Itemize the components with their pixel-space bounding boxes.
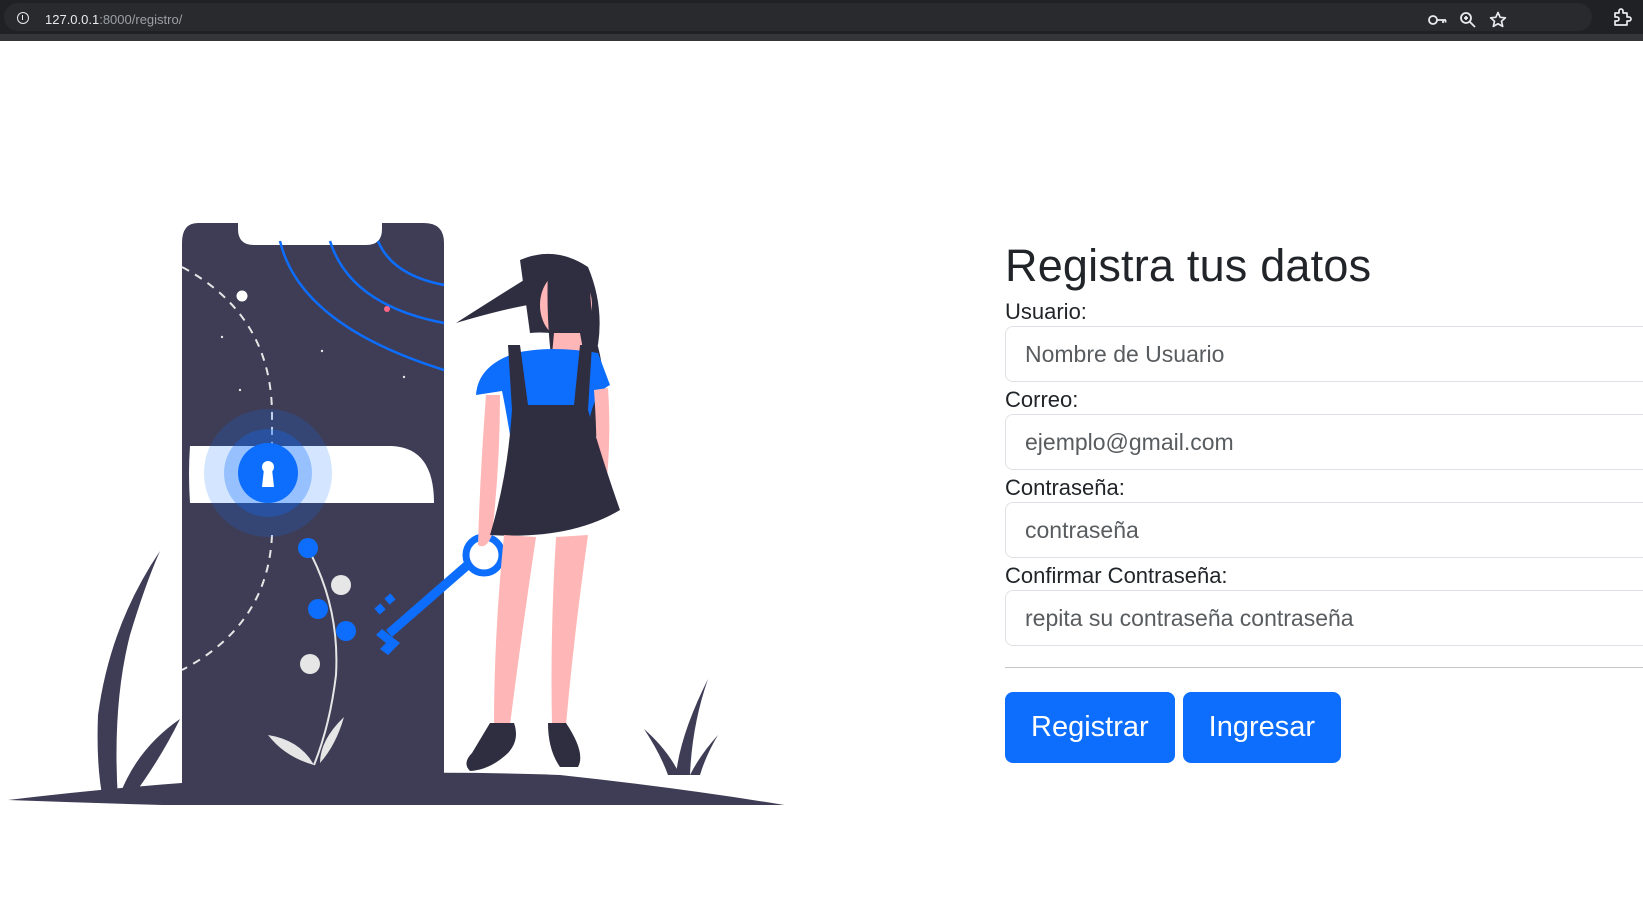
password-label: Contraseña: (1005, 475, 1125, 500)
url-host: 127.0.0.1 (45, 12, 100, 27)
button-row: Registrar Ingresar (1005, 692, 1643, 763)
login-button[interactable]: Ingresar (1182, 692, 1342, 763)
username-input[interactable] (1005, 326, 1643, 382)
bookmark-star-icon[interactable] (1487, 9, 1509, 31)
url-path: :8000/registro/ (99, 12, 183, 27)
username-label: Usuario: (1005, 299, 1087, 324)
extensions-icon[interactable] (1611, 6, 1633, 28)
password-input[interactable] (1005, 502, 1643, 558)
toolbar-bottom-strip (0, 34, 1643, 41)
confirm-password-label: Confirmar Contraseña: (1005, 563, 1228, 588)
security-illustration (0, 205, 830, 813)
red-dot (384, 306, 390, 312)
url-text[interactable]: 127.0.0.1:8000/registro/ (45, 12, 182, 28)
password-key-icon[interactable] (1426, 9, 1448, 31)
woman-figure (456, 253, 620, 771)
form-title: Registra tus datos (1005, 240, 1372, 291)
info-icon[interactable] (17, 12, 29, 24)
confirm-password-input[interactable] (1005, 590, 1643, 646)
zoom-icon[interactable] (1457, 9, 1479, 31)
registration-form: Registra tus datos Usuario: Correo: Cont… (1005, 238, 1643, 763)
white-dot (236, 290, 248, 302)
browser-toolbar: 127.0.0.1:8000/registro/ (0, 0, 1643, 41)
form-divider (1005, 667, 1643, 668)
address-bar[interactable]: 127.0.0.1:8000/registro/ (4, 3, 1592, 31)
email-input[interactable] (1005, 414, 1643, 470)
email-label: Correo: (1005, 387, 1079, 412)
register-button[interactable]: Registrar (1005, 692, 1175, 763)
